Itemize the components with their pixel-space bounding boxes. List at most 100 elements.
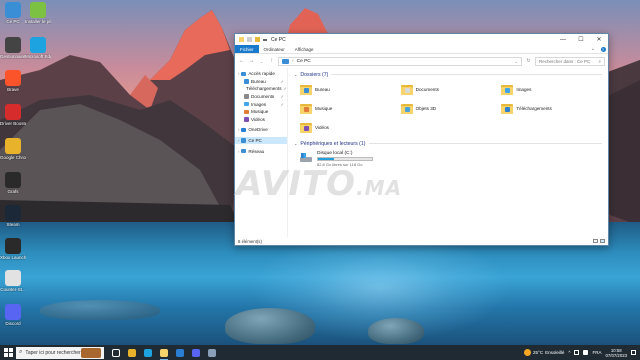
taskbar-app-button[interactable] — [158, 347, 170, 360]
minimize-button[interactable]: — — [554, 34, 572, 45]
discord-icon — [5, 304, 21, 320]
expand-chevron-icon[interactable]: › — [238, 127, 239, 132]
folder-item[interactable]: Bureau — [300, 81, 401, 97]
desktop-shortcut[interactable]: Xbox Launcher — [0, 238, 26, 260]
taskbar-search-box[interactable]: ⌕ Taper ici pour rechercher — [16, 346, 104, 359]
folder-icon — [239, 37, 244, 42]
tray-chevron-icon[interactable]: ^ — [568, 350, 570, 355]
drive-usage-bar — [317, 157, 373, 161]
picture-icon — [244, 101, 249, 107]
notifications-icon[interactable] — [631, 350, 636, 355]
breadcrumb-separator: › — [292, 58, 294, 64]
desktop-shortcut[interactable]: Discord — [0, 304, 26, 326]
nav-item[interactable]: › Ce PC — [235, 136, 287, 145]
desktop-shortcut[interactable]: Brave — [0, 70, 26, 92]
desktop-shortcut[interactable]: Grafs — [0, 172, 26, 194]
weather-widget[interactable]: 25°C Ensoleillé — [524, 349, 564, 356]
nav-item[interactable]: Téléchargements ✓ — [235, 85, 287, 93]
tab-file[interactable]: Fichier — [235, 45, 259, 53]
pc-icon — [5, 2, 21, 18]
desktop-shortcut-label: Ce PC — [6, 19, 20, 24]
address-bar[interactable]: › Ce PC ⌄ — [278, 56, 522, 66]
folder-item[interactable]: Documents — [400, 81, 502, 97]
taskbar-app-button[interactable] — [126, 347, 138, 359]
music-icon — [244, 109, 249, 115]
nav-item[interactable]: › OneDrive — [235, 126, 287, 134]
expand-ribbon-icon[interactable]: ⌄ — [588, 45, 598, 53]
taskbar-app-button[interactable] — [206, 347, 218, 359]
large-icons-view-icon[interactable] — [600, 239, 605, 243]
nav-item[interactable]: › Réseau — [235, 147, 287, 155]
folders-section-header[interactable]: ⌄ Dossiers (7) — [294, 70, 602, 79]
desktop-shortcut[interactable]: Driver Booster 10 — [0, 104, 26, 126]
desktop-shortcut[interactable]: Gestionnaire de ... — [0, 37, 26, 59]
expand-chevron-icon[interactable]: › — [238, 149, 239, 154]
search-placeholder: Rechercher dans : Ce PC — [539, 58, 591, 64]
nav-item[interactable]: Documents ✓ — [235, 93, 287, 101]
nav-item-label: Réseau — [248, 148, 265, 154]
desktop-shortcut[interactable]: Steam — [0, 205, 26, 227]
up-button[interactable]: ↑ — [268, 58, 275, 64]
folder-item[interactable]: Musique — [300, 100, 401, 116]
taskbar-app-button[interactable] — [174, 347, 186, 359]
folder-label: Téléchargements — [516, 105, 552, 111]
back-button[interactable]: ← — [238, 58, 245, 64]
address-dropdown-icon[interactable]: ⌄ — [515, 59, 518, 64]
help-button[interactable]: ? — [598, 45, 608, 53]
desktop-shortcut[interactable]: Counter-St... — [0, 270, 26, 292]
close-button[interactable]: ✕ — [590, 34, 608, 45]
nav-item[interactable]: Bureau ✓ — [235, 78, 287, 86]
expand-chevron-icon[interactable]: › — [238, 138, 239, 143]
expand-chevron-icon[interactable]: › — [238, 71, 239, 76]
language-indicator[interactable]: FRA — [592, 350, 601, 355]
dropdown-arrow-icon[interactable] — [263, 38, 267, 41]
folder-item[interactable]: Vidéos — [300, 119, 401, 135]
desktop-shortcut-label: Gestionnaire de ... — [0, 54, 26, 59]
network-icon — [241, 148, 247, 154]
forward-button[interactable]: → — [248, 58, 255, 64]
details-view-icon[interactable] — [593, 239, 598, 243]
star-icon — [241, 71, 247, 77]
start-button[interactable] — [0, 345, 16, 360]
desktop-shortcut-label: Counter-St... — [0, 287, 26, 292]
nav-item[interactable]: Vidéos — [235, 116, 287, 124]
content-pane: ⌄ Dossiers (7) Bureau Documents Images Musi… — [288, 68, 608, 237]
desktop-shortcut[interactable]: Installer le pilote et — [25, 2, 51, 24]
desktop-shortcut[interactable]: Ce PC — [0, 2, 26, 24]
search-box[interactable]: Rechercher dans : Ce PC ⌕ — [535, 56, 605, 66]
volume-icon[interactable] — [583, 350, 589, 355]
launcher-icon — [5, 238, 21, 254]
new-folder-icon[interactable] — [255, 37, 260, 42]
properties-icon[interactable] — [247, 37, 252, 42]
tab-computer[interactable]: Ordinateur — [259, 45, 290, 53]
nav-item[interactable]: Musique — [235, 108, 287, 116]
refresh-button[interactable]: ↻ — [525, 58, 532, 64]
clock-date: 07/07/2023 — [605, 352, 627, 358]
folder-item[interactable]: Téléchargements — [501, 100, 602, 116]
status-bar: 8 élément(s) — [235, 237, 608, 245]
rock — [225, 308, 315, 344]
clock[interactable]: 10:58 07/07/2023 — [605, 348, 627, 358]
desktop-shortcut-label: Discord — [5, 321, 21, 326]
desktop-shortcut[interactable]: Google Chrome — [0, 138, 26, 160]
folder-item[interactable]: Objets 3D — [400, 100, 502, 116]
nav-item-label: Accès rapide — [248, 71, 275, 77]
taskbar-app-button[interactable] — [142, 347, 154, 359]
network-icon[interactable] — [574, 350, 580, 355]
nav-item[interactable]: › Accès rapide — [235, 70, 287, 78]
taskbar-app-button[interactable] — [190, 347, 202, 359]
tab-view[interactable]: Affichage — [290, 45, 319, 53]
explorer-body: › Accès rapide Bureau ✓ Téléchargements ✓ Docu… — [235, 68, 608, 237]
folder-label: Images — [516, 86, 532, 92]
taskbar-app-button[interactable] — [110, 347, 122, 359]
desktop-shortcut[interactable]: Microsoft Edge — [25, 37, 51, 59]
devices-section-header[interactable]: ⌄ Périphériques et lecteurs (1) — [294, 139, 602, 148]
nav-item[interactable]: Images ✓ — [235, 100, 287, 108]
desktop-shortcut-label: Brave — [7, 87, 19, 92]
recent-locations-button[interactable]: ⌄ — [258, 59, 265, 64]
maximize-button[interactable]: ☐ — [572, 34, 590, 45]
nav-item-label: Bureau — [251, 78, 266, 84]
folder-item[interactable]: Images — [501, 81, 602, 97]
driver-booster-icon — [5, 104, 21, 120]
nav-item-label: Ce PC — [248, 138, 262, 144]
